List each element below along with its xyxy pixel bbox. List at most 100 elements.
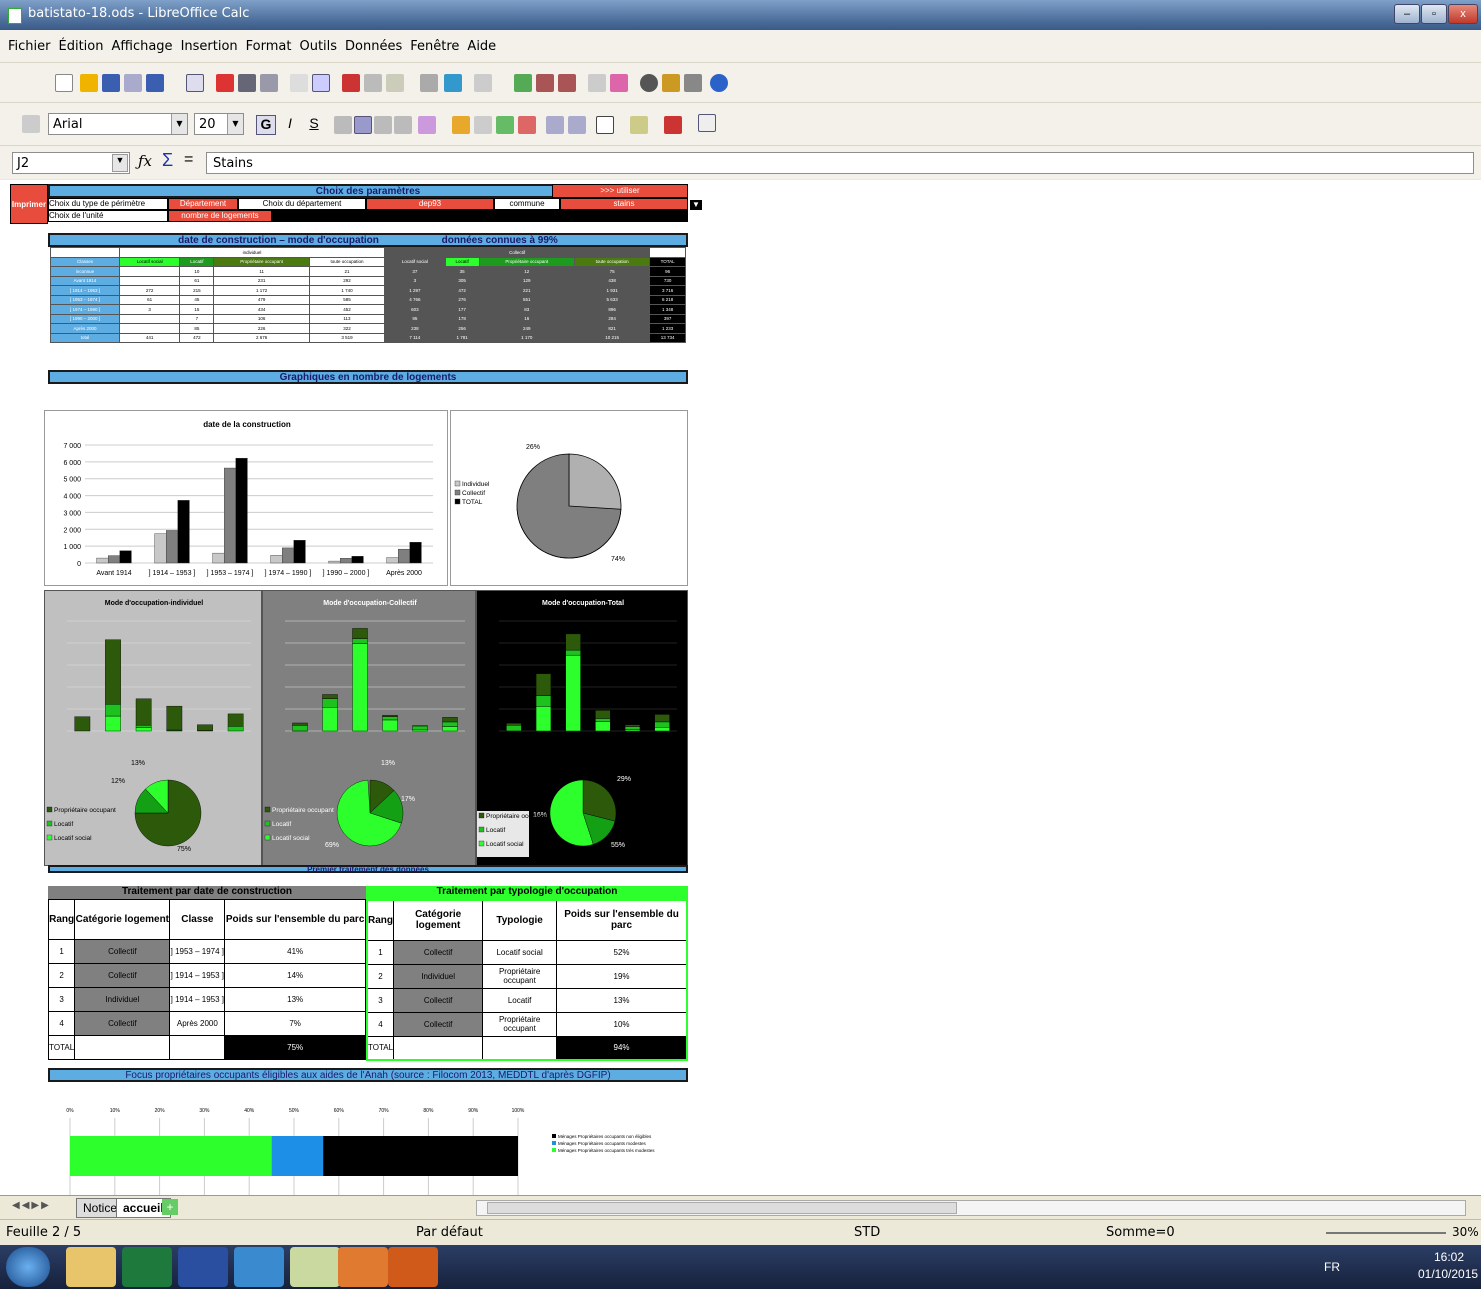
draw-icon[interactable] <box>610 74 628 92</box>
menu-item-5[interactable]: Outils <box>299 39 337 54</box>
unit-value[interactable]: nombre de logements <box>168 210 272 222</box>
minimize-button[interactable]: – <box>1394 4 1420 24</box>
increase-indent-icon[interactable] <box>568 116 586 134</box>
chevron-down-icon[interactable]: ▼ <box>171 114 187 134</box>
add-sheet-icon[interactable]: + <box>162 1199 178 1215</box>
selection-mode[interactable]: STD <box>854 1225 880 1240</box>
justify-icon[interactable] <box>394 116 412 134</box>
horizontal-scrollbar[interactable] <box>476 1200 1466 1216</box>
bold-button[interactable]: G <box>256 115 276 135</box>
rank-row: 3 Collectif Locatif 13% <box>366 987 688 1013</box>
language-indicator[interactable]: FR <box>1324 1260 1340 1274</box>
copy-icon[interactable] <box>364 74 382 92</box>
align-center-icon[interactable] <box>354 116 372 134</box>
word-icon[interactable] <box>178 1247 228 1287</box>
maximize-button[interactable]: ▫ <box>1421 4 1447 24</box>
menu-item-2[interactable]: Affichage <box>111 39 172 54</box>
font-name-box[interactable]: Arial ▼ <box>48 113 188 135</box>
export-pdf-icon[interactable] <box>216 74 234 92</box>
excel-icon[interactable] <box>122 1247 172 1287</box>
paste-icon[interactable] <box>386 74 404 92</box>
legend-swatch <box>264 806 271 813</box>
print-icon[interactable] <box>238 74 256 92</box>
align-left-icon[interactable] <box>334 116 352 134</box>
underline-button[interactable]: S <box>304 115 324 135</box>
function-icon[interactable]: = <box>184 151 193 169</box>
align-right-icon[interactable] <box>374 116 392 134</box>
print-preview-icon[interactable] <box>260 74 278 92</box>
chart-icon[interactable] <box>588 74 606 92</box>
navigator-icon[interactable] <box>640 74 658 92</box>
firefox-icon[interactable] <box>388 1247 438 1287</box>
function-wizard-icon[interactable]: ƒx <box>138 152 152 170</box>
menu-item-4[interactable]: Format <box>246 39 292 54</box>
department-value[interactable]: dep93 <box>366 198 494 210</box>
start-button-icon[interactable] <box>6 1247 50 1287</box>
dropdown-arrow-icon[interactable]: ▼ <box>690 200 702 210</box>
mode-chart-1[interactable]: Mode d'occupation-Collectif 13% 17% 69% Prop… <box>262 590 476 866</box>
spellcheck-icon[interactable] <box>290 74 308 92</box>
hyperlink-icon[interactable] <box>514 74 532 92</box>
print-button[interactable]: Imprimer <box>10 184 48 224</box>
tab-nav-arrows-icon[interactable]: ◀◀▶▶ <box>12 1200 51 1211</box>
clone-format-icon[interactable] <box>420 74 438 92</box>
font-size-box[interactable]: 20 ▼ <box>194 113 244 135</box>
autospell-icon[interactable] <box>312 74 330 92</box>
gallery-icon[interactable] <box>662 74 680 92</box>
rank-cell: 3 <box>366 987 395 1013</box>
styles-icon[interactable] <box>22 115 40 133</box>
impress-icon[interactable] <box>338 1247 388 1287</box>
edit-mode-icon[interactable] <box>186 74 204 92</box>
menu-item-1[interactable]: Édition <box>59 39 104 54</box>
sort-desc-icon[interactable] <box>558 74 576 92</box>
menu-item-3[interactable]: Insertion <box>181 39 238 54</box>
scrollbar-thumb[interactable] <box>487 1202 957 1214</box>
undo-icon[interactable] <box>444 74 462 92</box>
ie-icon[interactable] <box>234 1247 284 1287</box>
app-icon[interactable] <box>290 1247 340 1287</box>
currency-icon[interactable] <box>452 116 470 134</box>
add-decimal-icon[interactable] <box>496 116 514 134</box>
help-icon[interactable] <box>710 74 728 92</box>
focus-title: Focus propriétaires occupants éligibles … <box>48 1068 688 1082</box>
mode-chart-0[interactable]: Mode d'occupation-individuel 13% 12% 75% Pro… <box>44 590 262 866</box>
font-color-icon[interactable] <box>664 116 682 134</box>
formula-input[interactable]: Stains <box>206 152 1474 174</box>
datasources-icon[interactable] <box>684 74 702 92</box>
sidebar-toggle-icon[interactable] <box>698 114 716 132</box>
mode-chart-2[interactable]: Mode d'occupation-Total 29% 55% 16% Propriét… <box>476 590 688 866</box>
close-button[interactable]: x <box>1448 4 1478 24</box>
menu-item-0[interactable]: Fichier <box>8 39 51 54</box>
table-cell: 603 <box>384 304 446 315</box>
delete-decimal-icon[interactable] <box>518 116 536 134</box>
construction-bar-chart[interactable]: date de la construction 0 1 000 2 000 3 000 4… <box>44 410 448 586</box>
merge-cells-icon[interactable] <box>418 116 436 134</box>
save-icon[interactable] <box>102 74 120 92</box>
sort-asc-icon[interactable] <box>536 74 554 92</box>
zoom-slider[interactable] <box>1326 1232 1446 1234</box>
decrease-indent-icon[interactable] <box>546 116 564 134</box>
chevron-down-icon[interactable]: ▼ <box>112 154 128 172</box>
spreadsheet-area[interactable]: Imprimer Choix des paramètres >>> utilis… <box>0 180 1481 1195</box>
use-button[interactable]: >>> utiliser <box>552 184 688 198</box>
background-color-icon[interactable] <box>630 116 648 134</box>
menu-item-6[interactable]: Données <box>345 39 402 54</box>
cut-icon[interactable] <box>342 74 360 92</box>
open-folder-icon[interactable] <box>80 74 98 92</box>
italic-button[interactable]: I <box>280 115 300 135</box>
menu-item-8[interactable]: Aide <box>467 39 496 54</box>
save-as-icon[interactable] <box>146 74 164 92</box>
main-pie-chart[interactable]: 26% 74% Individuel Collectif TOTAL <box>450 410 688 586</box>
borders-icon[interactable] <box>596 116 614 134</box>
new-doc-icon[interactable] <box>55 74 73 92</box>
chevron-down-icon[interactable]: ▼ <box>227 114 243 134</box>
menu-item-7[interactable]: Fenêtre <box>410 39 459 54</box>
commune-value[interactable]: stains <box>560 198 688 210</box>
table-header: toute occupation <box>308 256 386 267</box>
redo-icon[interactable] <box>474 74 492 92</box>
sum-icon[interactable]: Σ <box>162 150 173 171</box>
explorer-icon[interactable] <box>66 1247 116 1287</box>
email-icon[interactable] <box>124 74 142 92</box>
percent-icon[interactable] <box>474 116 492 134</box>
perimeter-value[interactable]: Département <box>168 198 238 210</box>
